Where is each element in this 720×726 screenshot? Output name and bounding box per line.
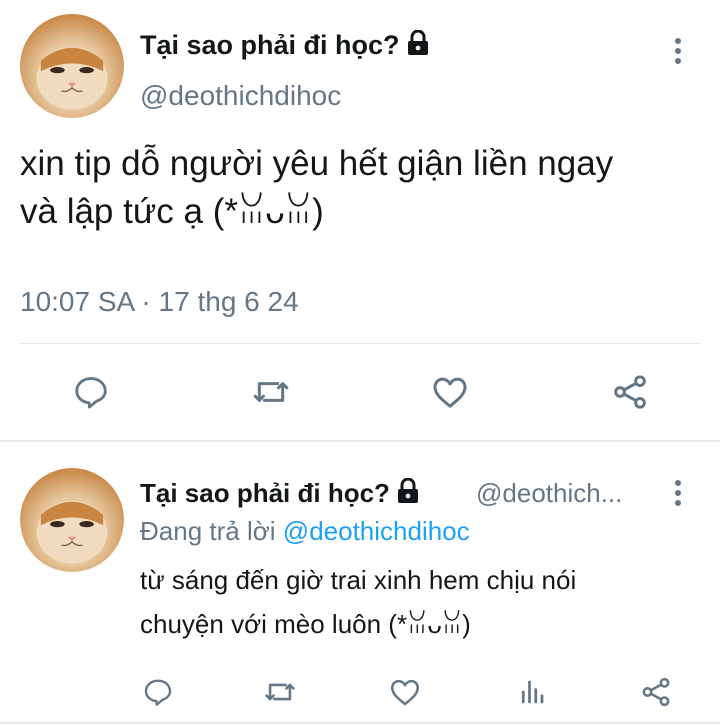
- tweet-text-line: xin tip dỗ người yêu hết giận liền ngay: [20, 144, 614, 183]
- reply-icon[interactable]: [140, 674, 176, 710]
- timestamp[interactable]: 10:07 SA · 17 thg 6 24: [20, 286, 299, 318]
- avatar[interactable]: [20, 468, 124, 572]
- tweet-text: xin tip dỗ người yêu hết giận liền ngay …: [20, 140, 710, 236]
- avatar[interactable]: [20, 14, 124, 118]
- replying-to: Đang trả lời @deothichdihoc: [140, 516, 470, 546]
- lock-icon: [396, 477, 420, 511]
- reply-icon[interactable]: [70, 371, 112, 413]
- cat-avatar-image: [36, 47, 108, 110]
- section-separator: [0, 440, 720, 442]
- share-icon[interactable]: [638, 674, 674, 710]
- bottom-separator: [0, 722, 720, 724]
- tweet-text: từ sáng đến giờ trai xinh hem chịu nói c…: [140, 558, 700, 646]
- tweet-text-line: và lập tức ạ (*ꈍᴗꈍ): [20, 192, 324, 231]
- like-icon[interactable]: [387, 674, 423, 710]
- share-icon[interactable]: [609, 371, 651, 413]
- more-options-icon[interactable]: [668, 480, 688, 510]
- lock-icon: [406, 29, 430, 63]
- tweet-text-line: chuyện với mèo luôn (*ꈍᴗꈍ): [140, 609, 471, 639]
- analytics-icon[interactable]: [514, 674, 550, 710]
- mention-link[interactable]: @deothichdihoc: [283, 516, 470, 546]
- retweet-icon[interactable]: [262, 674, 298, 710]
- cat-avatar-image: [36, 501, 108, 564]
- display-name[interactable]: Tại sao phải đi học?: [140, 477, 420, 511]
- handle[interactable]: @deothich...: [476, 478, 622, 509]
- divider: [20, 343, 700, 344]
- handle[interactable]: @deothichdihoc: [140, 80, 341, 112]
- tweet-text-line: từ sáng đến giờ trai xinh hem chịu nói: [140, 565, 577, 595]
- more-options-icon[interactable]: [668, 38, 688, 68]
- display-name[interactable]: Tại sao phải đi học?: [140, 29, 430, 63]
- like-icon[interactable]: [429, 371, 471, 413]
- retweet-icon[interactable]: [250, 371, 292, 413]
